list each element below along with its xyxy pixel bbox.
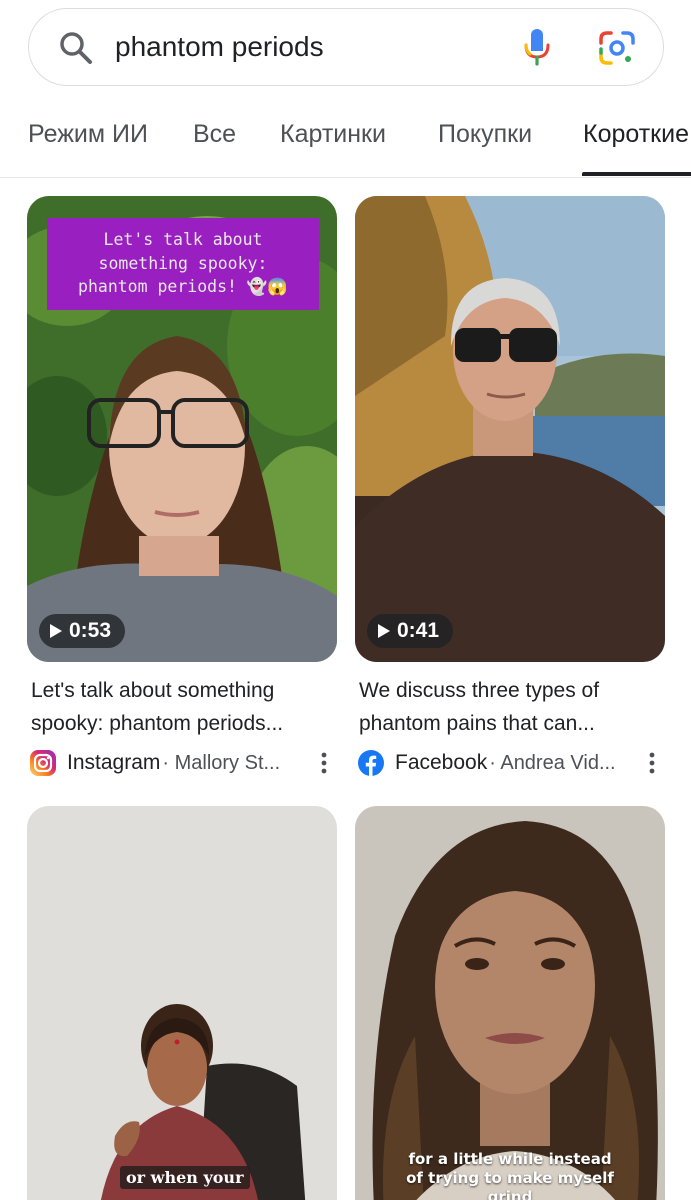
video-title[interactable]: Let's talk about something spooky: phant… <box>31 674 331 740</box>
mic-icon[interactable] <box>523 27 551 67</box>
search-input[interactable]: phantom periods <box>115 31 324 63</box>
caption-line: for a little while instead <box>408 1150 612 1168</box>
source-row: Instagram · Mallory St... <box>29 748 335 778</box>
overlay-line: Let's talk about <box>103 230 263 249</box>
source-name: Facebook <box>395 751 488 774</box>
source-row: Facebook · Andrea Vid... <box>357 748 663 778</box>
video-thumbnail[interactable]: Let's talk about something spooky: phant… <box>27 196 337 662</box>
caption-line: grind <box>487 1188 533 1200</box>
source-author: · Mallory St... <box>162 751 281 774</box>
facebook-logo-icon <box>358 750 384 776</box>
play-icon <box>50 624 62 638</box>
tab-ai-mode[interactable]: Режим ИИ <box>28 120 148 149</box>
duration-badge: 0:53 <box>39 614 126 648</box>
overlay-line: phantom periods! 👻😱 <box>78 277 288 296</box>
active-tab-indicator <box>582 172 691 176</box>
video-overlay-text: Let's talk about something spooky: phant… <box>47 218 319 310</box>
instagram-logo-icon <box>30 750 56 776</box>
source-author: · Andrea Vid... <box>489 751 616 774</box>
caption-line: of trying to make myself <box>406 1169 614 1187</box>
play-icon <box>378 624 390 638</box>
video-thumbnail[interactable]: 0:41 <box>355 196 665 662</box>
search-icon[interactable] <box>59 31 93 65</box>
duration-text: 0:53 <box>69 619 112 642</box>
source-name: Instagram <box>67 751 161 774</box>
video-title[interactable]: We discuss three types of phantom pains … <box>359 674 659 740</box>
google-lens-icon[interactable] <box>597 29 637 67</box>
thumbnail-image <box>27 806 337 1200</box>
overlay-line: something spooky: <box>98 253 268 273</box>
video-thumbnail[interactable]: or when your <box>27 806 337 1200</box>
tab-images[interactable]: Картинки <box>280 120 386 149</box>
duration-text: 0:41 <box>397 619 440 642</box>
video-thumbnail[interactable]: for a little while instead of trying to … <box>355 806 665 1200</box>
more-vert-icon[interactable] <box>313 748 335 778</box>
thumbnail-image <box>355 806 665 1200</box>
more-vert-icon[interactable] <box>641 748 663 778</box>
video-caption: or when your <box>120 1166 250 1189</box>
video-caption: for a little while instead of trying to … <box>355 1150 665 1200</box>
search-bar[interactable]: phantom periods <box>28 8 664 86</box>
tab-shopping[interactable]: Покупки <box>438 120 532 149</box>
search-tabs: Режим ИИ Все Картинки Покупки Короткие <box>0 100 691 178</box>
tab-shorts[interactable]: Короткие <box>583 120 689 149</box>
duration-badge: 0:41 <box>367 614 454 648</box>
tab-all[interactable]: Все <box>193 120 236 149</box>
thumbnail-image <box>355 196 665 662</box>
